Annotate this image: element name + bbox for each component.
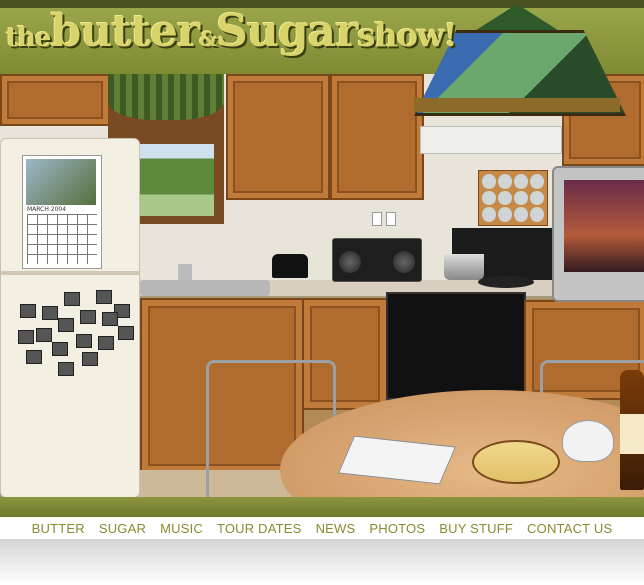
logo-ampersand: & — [199, 27, 217, 51]
show-logo[interactable]: thebutter&Sugarshow! — [6, 6, 458, 57]
boombox[interactable] — [332, 238, 422, 282]
nav-photos[interactable]: PHOTOS — [369, 521, 425, 536]
logo-the: the — [6, 23, 51, 53]
butter-dish[interactable] — [472, 440, 560, 484]
nav-music[interactable]: MUSIC — [160, 521, 203, 536]
upper-cabinet-middle — [226, 74, 330, 200]
bottom-border — [0, 497, 644, 517]
spice-rack — [478, 170, 548, 226]
sink — [140, 280, 270, 296]
nav-buy-stuff[interactable]: BUY STUFF — [439, 521, 513, 536]
logo-show: show! — [357, 16, 457, 54]
photo-magnets[interactable] — [18, 290, 134, 378]
outlet — [386, 212, 396, 226]
range-hood — [420, 126, 562, 154]
telephone[interactable] — [272, 254, 308, 278]
bottle[interactable] — [620, 370, 644, 490]
nav-contact-us[interactable]: CONTACT US — [527, 521, 612, 536]
window-valance — [108, 74, 224, 120]
calendar-grid — [27, 214, 97, 264]
calendar[interactable]: MARCH 2004 — [22, 155, 102, 269]
sugar-bowl[interactable] — [562, 420, 614, 462]
nav-butter[interactable]: BUTTER — [32, 521, 85, 536]
nav-tour-dates[interactable]: TOUR DATES — [217, 521, 302, 536]
calendar-photo — [26, 159, 96, 205]
nav-sugar[interactable]: SUGAR — [99, 521, 146, 536]
logo-sugar: Sugar — [216, 6, 358, 57]
kitchen-scene: MARCH 2004 thebutter&Sugarshow! — [0, 0, 644, 497]
cooking-pot — [444, 254, 484, 280]
upper-cabinet-left — [0, 74, 110, 126]
outlet — [372, 212, 382, 226]
main-nav: BUTTER SUGAR MUSIC TOUR DATES NEWS PHOTO… — [0, 517, 644, 539]
logo-butter: butter — [50, 6, 200, 57]
tv-screen — [564, 180, 644, 272]
page-shadow — [0, 539, 644, 585]
nav-news[interactable]: NEWS — [316, 521, 356, 536]
calendar-month: MARCH 2004 — [27, 206, 67, 213]
television[interactable] — [552, 166, 644, 302]
faucet — [178, 264, 192, 280]
dishwasher — [386, 292, 526, 400]
frying-pan — [478, 276, 534, 288]
